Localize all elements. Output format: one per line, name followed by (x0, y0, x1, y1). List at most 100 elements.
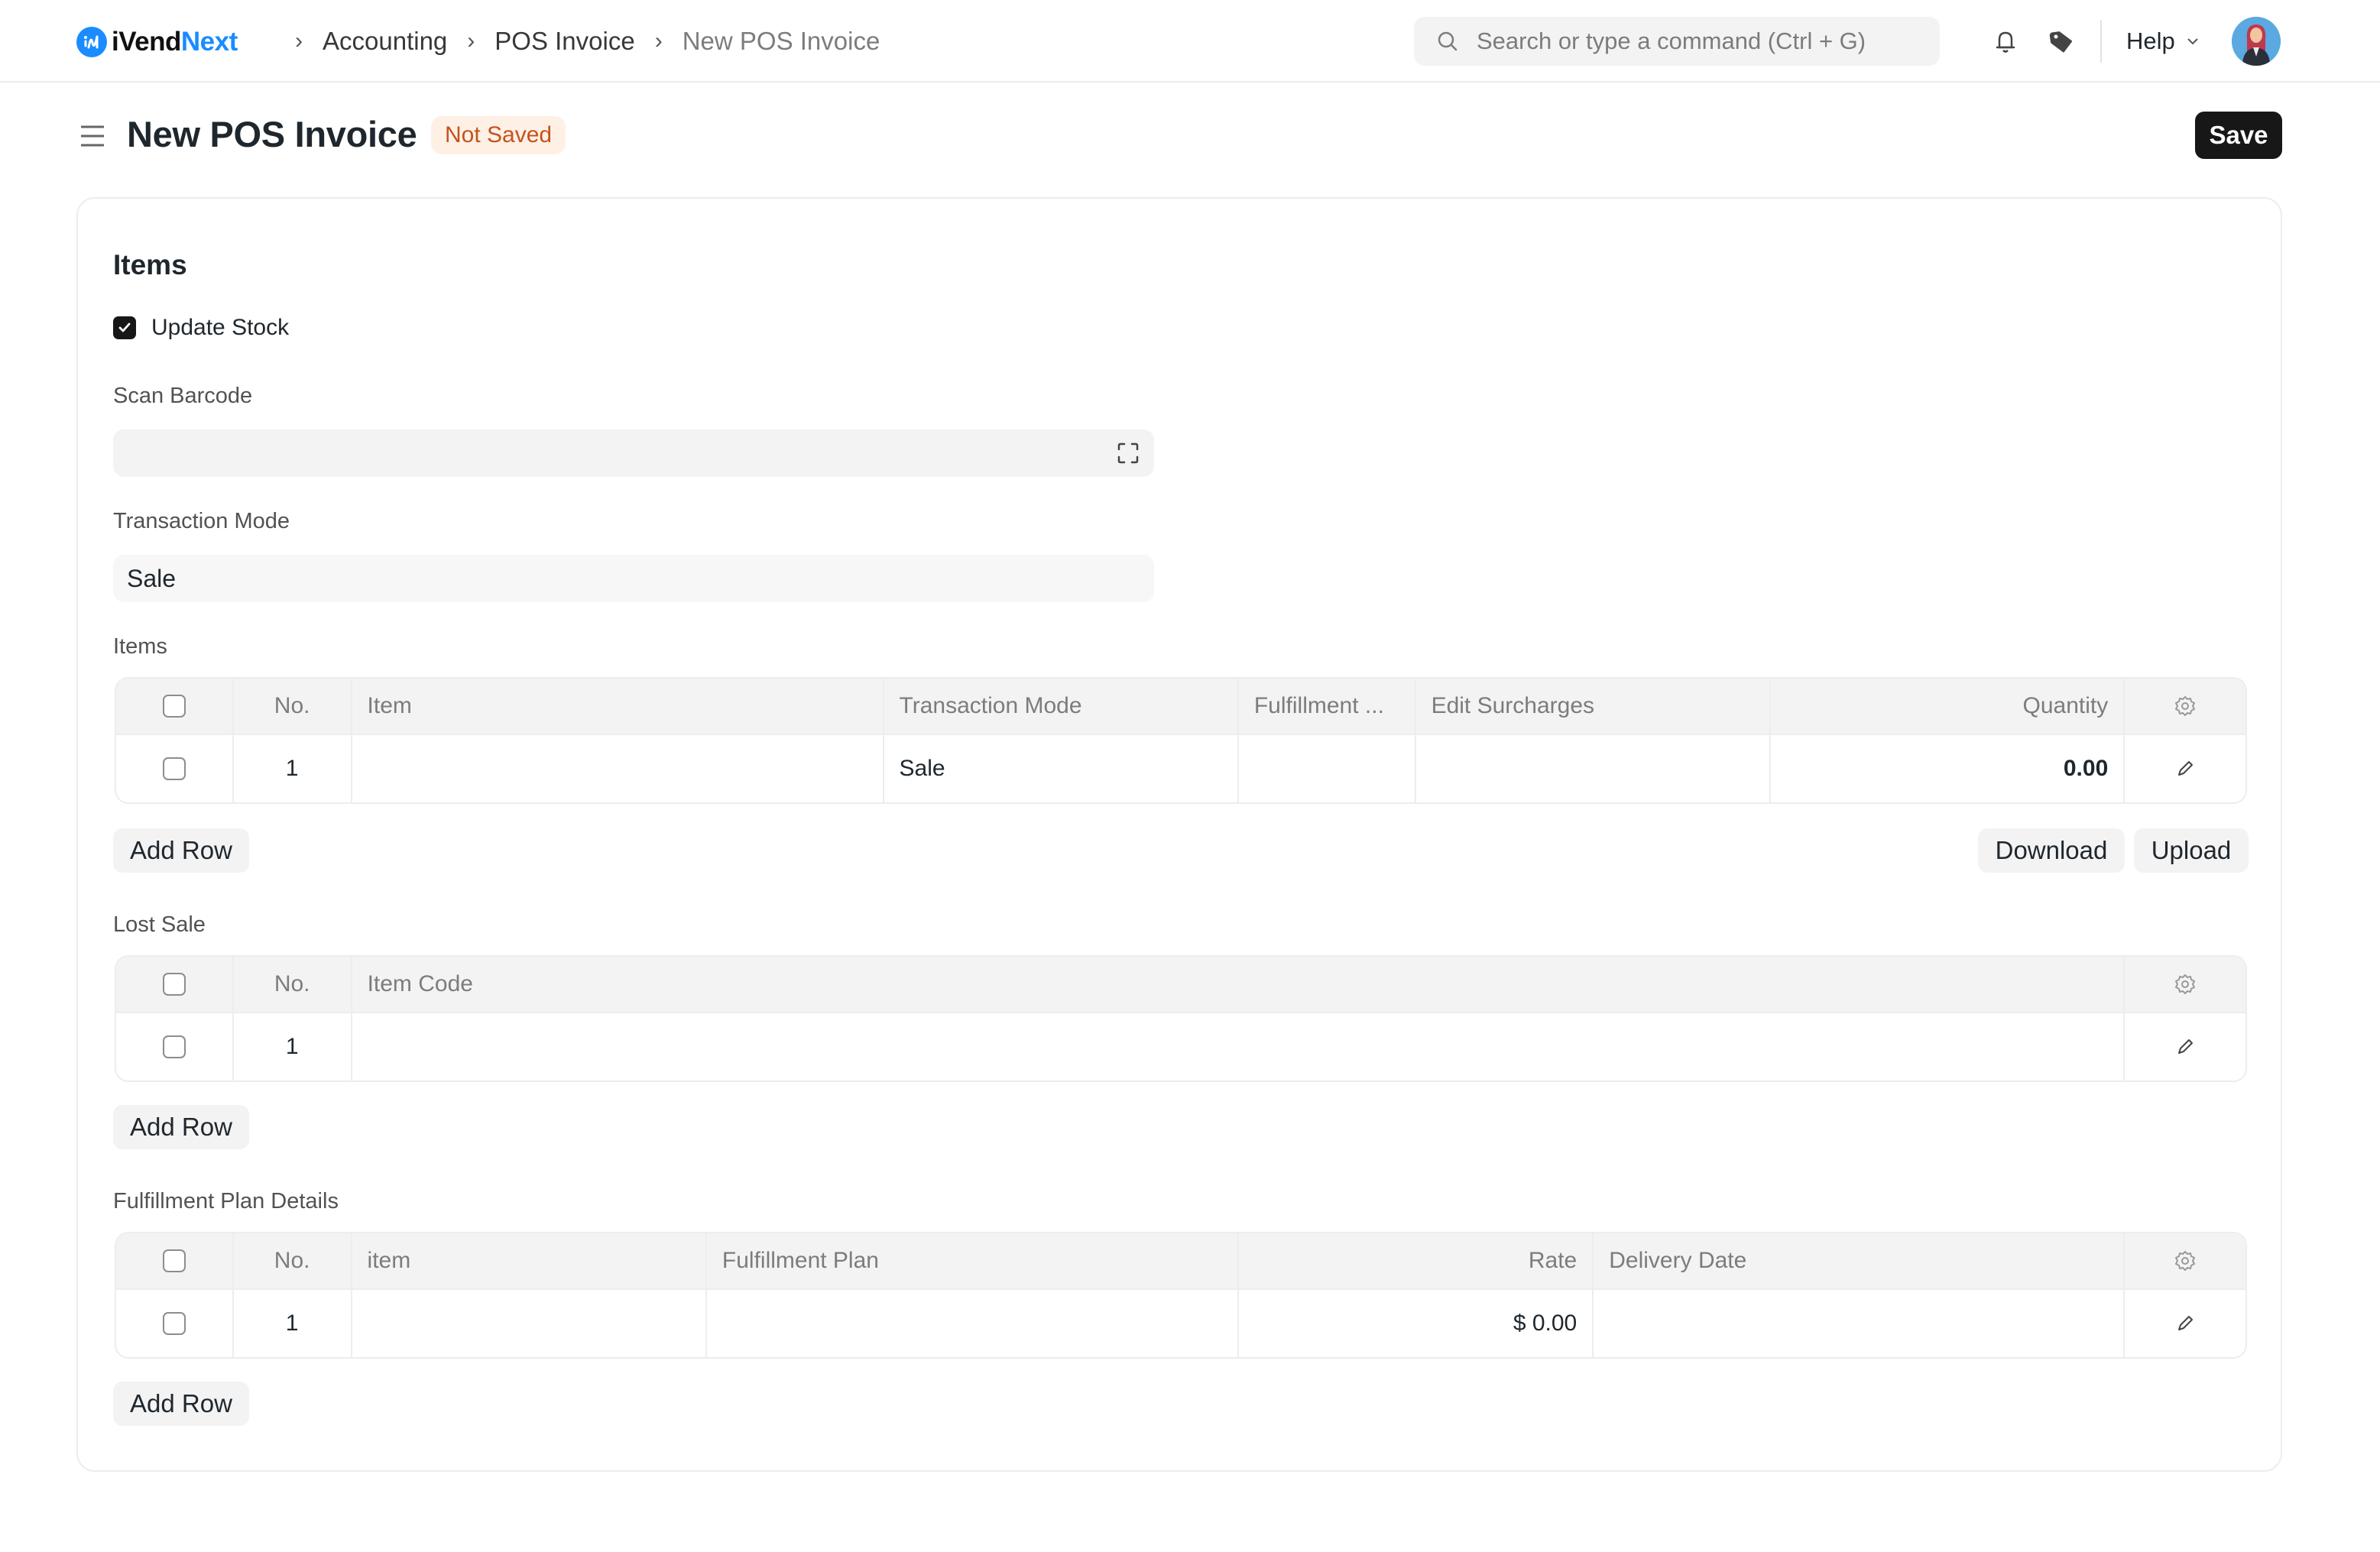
scan-barcode-input[interactable] (113, 429, 1154, 477)
navbar-divider (2100, 20, 2102, 63)
chevron-right-icon: › (467, 28, 475, 53)
transaction-mode-label: Transaction Mode (113, 509, 290, 533)
item-cell[interactable] (352, 735, 884, 802)
items-table-label: Items (113, 634, 167, 659)
scan-barcode-label: Scan Barcode (113, 384, 253, 408)
help-dropdown[interactable]: Help (2126, 26, 2201, 57)
select-all-cell (116, 679, 234, 734)
transaction-mode-cell[interactable]: Sale (884, 735, 1239, 802)
select-all-checkbox[interactable] (162, 695, 186, 718)
breadcrumb-new-pos-invoice[interactable]: New POS Invoice (683, 27, 880, 56)
breadcrumb-accounting[interactable]: Accounting (323, 27, 447, 56)
row-checkbox[interactable] (162, 1312, 186, 1335)
lost-sale-add-row-button[interactable]: Add Row (113, 1105, 249, 1149)
pencil-icon[interactable] (2173, 1311, 2197, 1336)
row-edit-cell (2125, 1290, 2245, 1357)
scan-icon[interactable] (1116, 441, 1140, 465)
column-header: item (352, 1233, 707, 1288)
column-settings-cell (2125, 679, 2245, 734)
row-edit-cell (2125, 735, 2245, 802)
gear-icon[interactable] (2173, 694, 2197, 718)
update-stock-field[interactable]: Update Stock (113, 315, 289, 341)
row-number: 1 (234, 1013, 352, 1081)
fulfillment-plan-table: No. item Fulfillment Plan Rate Delivery … (115, 1232, 2247, 1359)
column-settings-cell (2125, 1233, 2245, 1288)
tag-icon[interactable] (2045, 26, 2076, 57)
fulfillment-add-row-button[interactable]: Add Row (113, 1382, 249, 1426)
fulfillment-table-label: Fulfillment Plan Details (113, 1189, 339, 1213)
row-checkbox[interactable] (162, 1035, 186, 1058)
page-title: New POS Invoice (127, 114, 417, 154)
save-button[interactable]: Save (2195, 112, 2282, 159)
update-stock-label: Update Stock (151, 315, 290, 340)
lost-sale-table: No. Item Code 1 (115, 955, 2247, 1082)
chevron-right-icon: › (295, 28, 303, 53)
pencil-icon[interactable] (2173, 1035, 2197, 1059)
user-avatar[interactable] (2232, 17, 2281, 66)
items-add-row-button[interactable]: Add Row (113, 828, 249, 873)
help-label: Help (2126, 28, 2175, 54)
app-logo[interactable]: iVendNext (76, 26, 238, 58)
table-header: No. Item Transaction Mode Fulfillment ..… (116, 679, 2245, 735)
upload-button[interactable]: Upload (2134, 828, 2249, 873)
gear-icon[interactable] (2173, 1249, 2197, 1273)
check-icon (118, 322, 131, 332)
quantity-cell[interactable]: 0.00 (1771, 735, 2125, 802)
column-header: No. (234, 679, 352, 734)
row-select-cell (116, 1290, 234, 1357)
sidebar-toggle-icon[interactable] (79, 122, 105, 150)
row-number: 1 (234, 1290, 352, 1357)
column-header: Item (352, 679, 884, 734)
status-badge: Not Saved (431, 116, 566, 154)
column-header: Quantity (1771, 679, 2125, 734)
items-table: No. Item Transaction Mode Fulfillment ..… (115, 677, 2247, 804)
row-checkbox[interactable] (162, 757, 186, 780)
row-number: 1 (234, 735, 352, 802)
row-select-cell (116, 1013, 234, 1081)
navbar: iVendNext › Accounting › POS Invoice › N… (0, 0, 2380, 83)
chevron-down-icon (2187, 38, 2198, 45)
logo-icon (76, 27, 107, 57)
column-header: Item Code (352, 957, 2125, 1012)
breadcrumb: › Accounting › POS Invoice › New POS Inv… (275, 23, 880, 60)
column-header: No. (234, 957, 352, 1012)
pencil-icon[interactable] (2173, 757, 2197, 781)
search-placeholder: Search or type a command (Ctrl + G) (1477, 28, 1866, 54)
section-title-items: Items (113, 249, 187, 280)
column-header: Transaction Mode (884, 679, 1239, 734)
column-header: Delivery Date (1594, 1233, 2125, 1288)
bell-icon[interactable] (1990, 26, 2021, 57)
delivery-date-cell[interactable] (1594, 1290, 2125, 1357)
search-input[interactable]: Search or type a command (Ctrl + G) (1414, 17, 1940, 66)
logo-text: iVendNext (112, 27, 238, 57)
chevron-right-icon: › (654, 28, 663, 53)
select-all-cell (116, 1233, 234, 1288)
rate-cell[interactable]: $ 0.00 (1239, 1290, 1594, 1357)
item-code-cell[interactable] (352, 1013, 2125, 1081)
transaction-mode-input[interactable]: Sale (113, 555, 1154, 602)
column-settings-cell (2125, 957, 2245, 1012)
breadcrumb-pos-invoice[interactable]: POS Invoice (494, 27, 634, 56)
download-button[interactable]: Download (1978, 828, 2125, 873)
item-cell[interactable] (352, 1290, 707, 1357)
logo-text-part2: Next (180, 27, 238, 57)
column-header: No. (234, 1233, 352, 1288)
logo-text-part1: iVend (112, 27, 181, 57)
lost-sale-table-label: Lost Sale (113, 912, 206, 937)
edit-surcharges-cell[interactable] (1416, 735, 1771, 802)
form-card: Items Update Stock Scan Barcode Transact… (76, 197, 2282, 1472)
transaction-mode-value: Sale (127, 564, 177, 592)
select-all-checkbox[interactable] (162, 973, 186, 996)
fulfillment-cell[interactable] (1239, 735, 1416, 802)
column-header: Fulfillment Plan (707, 1233, 1239, 1288)
table-row[interactable]: 1 $ 0.00 (116, 1290, 2245, 1357)
column-header: Fulfillment ... (1239, 679, 1416, 734)
select-all-checkbox[interactable] (162, 1249, 186, 1272)
gear-icon[interactable] (2173, 972, 2197, 996)
search-icon (1438, 31, 1458, 51)
table-row[interactable]: 1 (116, 1013, 2245, 1081)
fulfillment-plan-cell[interactable] (707, 1290, 1239, 1357)
update-stock-checkbox[interactable] (113, 316, 136, 339)
table-row[interactable]: 1 Sale 0.00 (116, 735, 2245, 802)
column-header: Edit Surcharges (1416, 679, 1771, 734)
